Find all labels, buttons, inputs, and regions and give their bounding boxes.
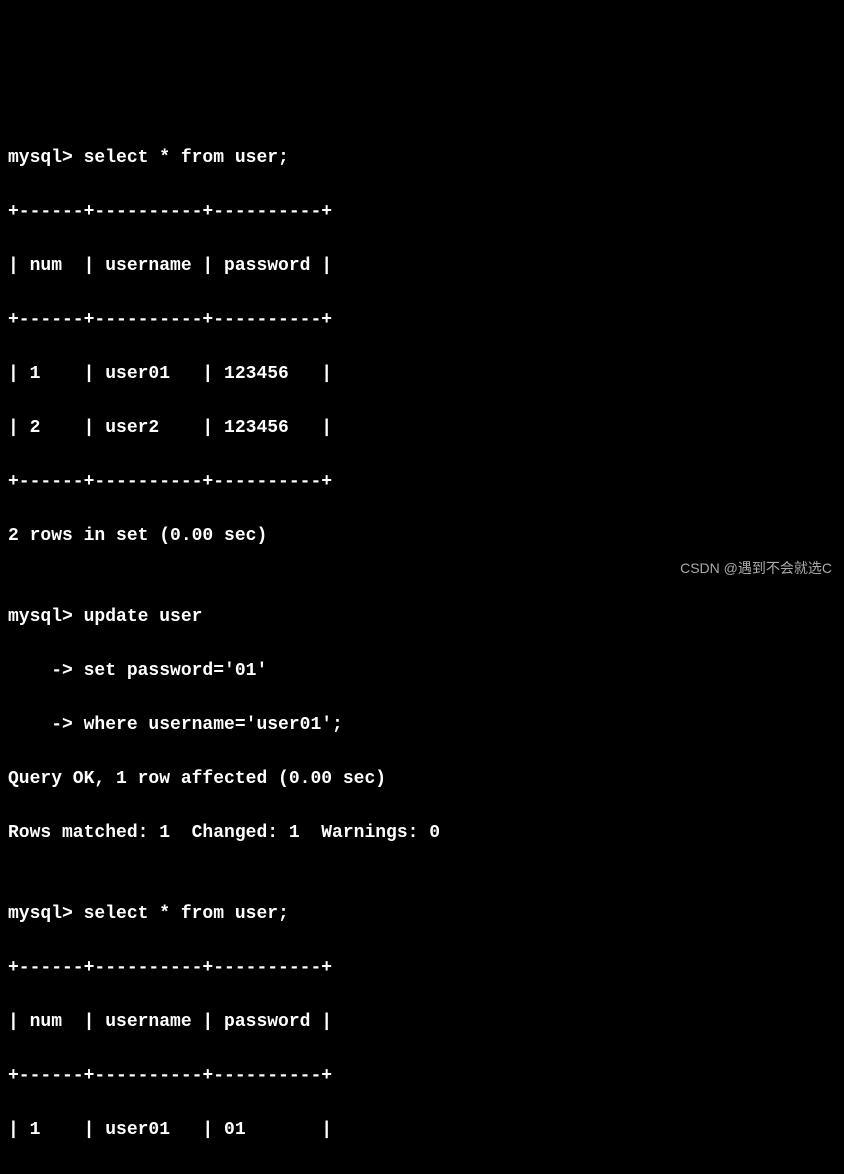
- mysql-prompt-line[interactable]: mysql> select * from user;: [8, 901, 836, 928]
- mysql-continuation-line[interactable]: -> where username='user01';: [8, 712, 836, 739]
- table-border: +------+----------+----------+: [8, 307, 836, 334]
- result-summary: 2 rows in set (0.00 sec): [8, 523, 836, 550]
- table-border: +------+----------+----------+: [8, 199, 836, 226]
- table-header: | num | username | password |: [8, 1009, 836, 1036]
- table-border: +------+----------+----------+: [8, 1063, 836, 1090]
- mysql-prompt-line[interactable]: mysql> update user: [8, 604, 836, 631]
- table-row: | 1 | user01 | 123456 |: [8, 361, 836, 388]
- query-stats: Rows matched: 1 Changed: 1 Warnings: 0: [8, 820, 836, 847]
- watermark: CSDN @遇到不会就选C: [680, 558, 832, 579]
- table-border: +------+----------+----------+: [8, 469, 836, 496]
- terminal-output: mysql> select * from user; +------+-----…: [8, 118, 836, 1174]
- table-row: | 1 | user01 | 01 |: [8, 1117, 836, 1144]
- query-result: Query OK, 1 row affected (0.00 sec): [8, 766, 836, 793]
- table-border: +------+----------+----------+: [8, 955, 836, 982]
- mysql-prompt-line[interactable]: mysql> select * from user;: [8, 145, 836, 172]
- mysql-continuation-line[interactable]: -> set password='01': [8, 658, 836, 685]
- table-header: | num | username | password |: [8, 253, 836, 280]
- table-row: | 2 | user2 | 123456 |: [8, 1171, 836, 1174]
- table-row: | 2 | user2 | 123456 |: [8, 415, 836, 442]
